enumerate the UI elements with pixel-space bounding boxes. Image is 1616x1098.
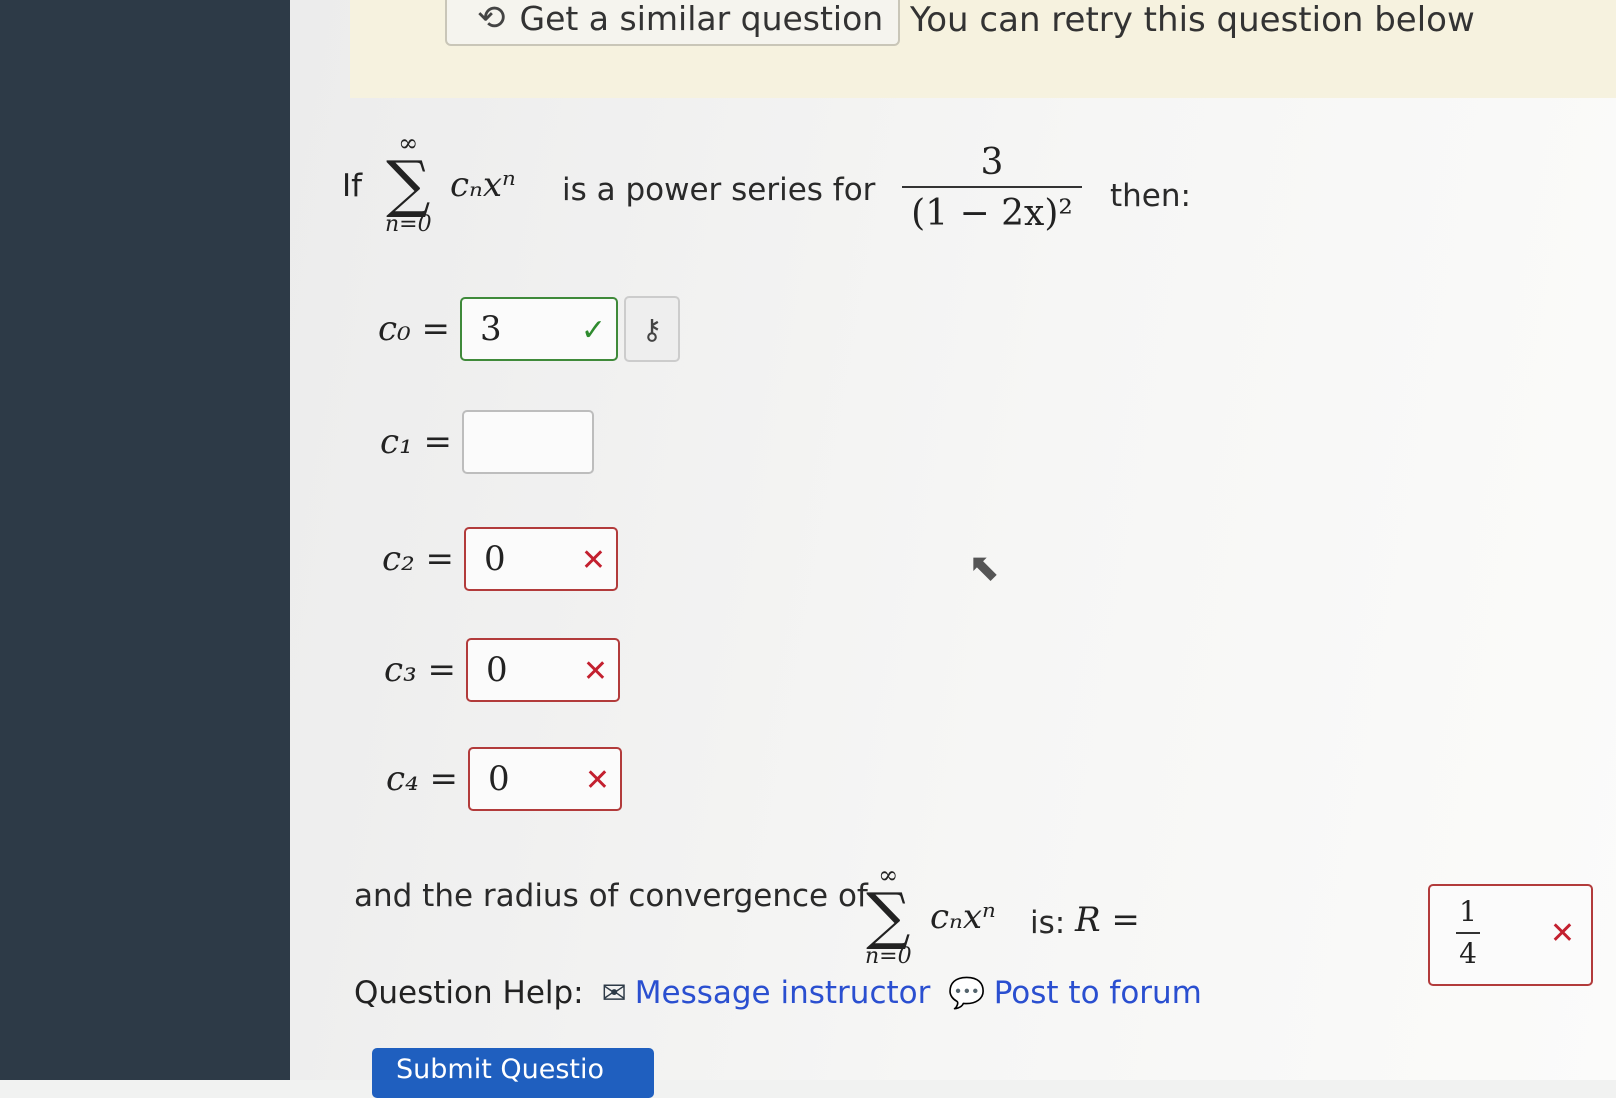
cross-icon: ✕ xyxy=(580,543,606,578)
cross-icon: ✕ xyxy=(582,654,608,689)
post-to-forum-link[interactable]: 💬 Post to forum xyxy=(948,975,1202,1011)
question-prefix: If xyxy=(342,168,363,204)
answer-value: 0 xyxy=(488,759,510,799)
answer-numerator: 1 xyxy=(1459,895,1477,928)
radius-text: and the radius of convergence of xyxy=(354,878,868,914)
message-instructor-link[interactable]: ✉ Message instructor xyxy=(602,975,931,1011)
answer-denominator: 4 xyxy=(1459,937,1477,970)
radius-answer-fraction: 1 4 xyxy=(1456,892,1480,974)
answer-value: 0 xyxy=(486,650,508,690)
post-to-forum-label: Post to forum xyxy=(993,975,1202,1011)
answer-value: 3 xyxy=(480,309,502,349)
coefficient-row-c1: c₁ = xyxy=(362,410,594,474)
mouse-cursor-icon: ⬉ xyxy=(968,545,1000,589)
question-middle-text: is a power series for xyxy=(562,172,876,208)
cross-icon: ✕ xyxy=(584,763,610,798)
coefficient-label: c₀ = xyxy=(378,309,450,349)
cross-icon: ✕ xyxy=(1549,916,1575,951)
chat-bubble-icon: 💬 xyxy=(948,975,986,1011)
series-term: cₙxⁿ xyxy=(450,165,516,205)
c1-answer-input[interactable] xyxy=(462,410,594,474)
sigma-icon: ∑ xyxy=(866,879,911,952)
sum-symbol-group: ∞ ∑ n=0 xyxy=(385,130,432,238)
sigma-icon: ∑ xyxy=(386,147,431,220)
mail-icon: ✉ xyxy=(601,975,627,1011)
coefficient-row-c0: c₀ = 3 ✓ ⚷ xyxy=(360,296,680,362)
radius-answer-input[interactable]: 1 4 ✕ xyxy=(1428,884,1593,986)
similar-button-label: Get a similar question xyxy=(519,0,884,38)
key-icon-button[interactable]: ⚷ xyxy=(624,296,680,362)
check-icon: ✓ xyxy=(580,313,606,348)
question-help-label: Question Help: xyxy=(354,975,584,1011)
c0-answer-input[interactable]: 3 ✓ xyxy=(460,297,618,361)
radius-is-text: is: xyxy=(1030,905,1066,941)
fraction-denominator: (1 − 2x)² xyxy=(911,193,1073,234)
question-suffix: then: xyxy=(1110,178,1191,214)
retry-message: You can retry this question below xyxy=(910,0,1475,40)
radius-r-label: R = xyxy=(1075,900,1140,940)
coefficient-label: c₄ = xyxy=(386,759,458,799)
get-similar-question-button[interactable]: ⟲ Get a similar question xyxy=(445,0,900,46)
question-content: ⟲ Get a similar question You can retry t… xyxy=(290,0,1616,1098)
fraction-numerator: 3 xyxy=(980,142,1004,183)
coefficient-label: c₃ = xyxy=(384,650,456,690)
c3-answer-input[interactable]: 0 ✕ xyxy=(466,638,620,702)
key-icon: ⚷ xyxy=(641,312,663,346)
c2-answer-input[interactable]: 0 ✕ xyxy=(464,527,618,591)
radius-series-term: cₙxⁿ xyxy=(930,897,996,937)
message-instructor-label: Message instructor xyxy=(634,975,931,1011)
coefficient-row-c4: c₄ = 0 ✕ xyxy=(368,747,622,811)
coefficient-row-c2: c₂ = 0 ✕ xyxy=(364,527,618,591)
c4-answer-input[interactable]: 0 ✕ xyxy=(468,747,622,811)
answer-value: 0 xyxy=(484,539,506,579)
coefficient-row-c3: c₃ = 0 ✕ xyxy=(366,638,620,702)
sum-lower: n=0 xyxy=(865,944,912,969)
left-dark-panel xyxy=(0,0,290,1080)
coefficient-label: c₂ = xyxy=(382,539,454,579)
submit-question-button[interactable]: Submit Questio xyxy=(372,1048,654,1098)
refresh-icon: ⟲ xyxy=(477,0,506,38)
coefficient-label: c₁ = xyxy=(380,422,452,462)
radius-sum-symbol-group: ∞ ∑ n=0 xyxy=(865,862,912,970)
question-help: Question Help: ✉ Message instructor 💬 Po… xyxy=(354,975,1202,1011)
sum-lower: n=0 xyxy=(385,212,432,237)
function-fraction: 3 (1 − 2x)² xyxy=(902,140,1082,240)
retry-banner: ⟲ Get a similar question You can retry t… xyxy=(350,0,1616,98)
